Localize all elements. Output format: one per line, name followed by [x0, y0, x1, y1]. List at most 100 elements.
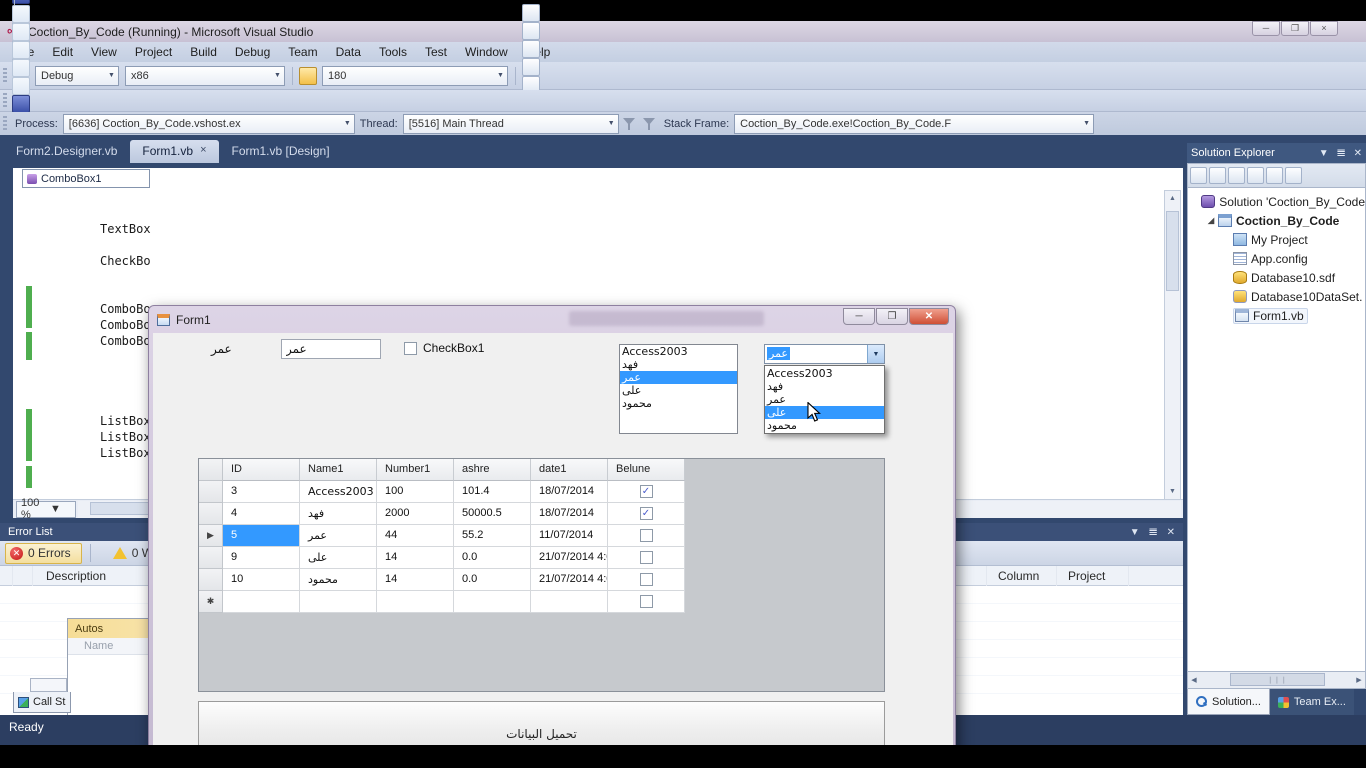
listbox-item-1[interactable]: فهد [620, 358, 737, 371]
grid-cell[interactable]: 21/07/2014 4:01... [531, 569, 608, 591]
grid-cell[interactable] [454, 591, 531, 613]
solution-configurations-combo[interactable]: Debug ▼ [35, 65, 119, 86]
grid-cell[interactable]: 0.0 [454, 547, 531, 569]
grid-column-header-belune[interactable]: Belune [608, 459, 685, 481]
next-bookmark-folder-icon[interactable] [12, 76, 30, 95]
grid-cell-checkbox[interactable] [608, 591, 685, 613]
combobox-item-2[interactable]: عمر [765, 393, 884, 406]
clear-bookmarks-icon[interactable] [12, 94, 30, 113]
grid-column-header-ashre[interactable]: ashre [454, 459, 531, 481]
grid-cell[interactable]: 4 [223, 503, 300, 525]
grid-cell-checkbox[interactable]: ✓ [608, 503, 685, 525]
form1-titlebar[interactable]: Form1 ─ ❐ ✕ [149, 306, 955, 333]
window-position-icon[interactable]: ▼ [1319, 148, 1329, 159]
errors-filter-button[interactable]: ✕ 0 Errors [5, 542, 82, 564]
toolbar-grip[interactable] [3, 92, 7, 109]
window-position-icon[interactable]: ▼ [1130, 527, 1140, 538]
menu-data[interactable]: Data [327, 43, 370, 61]
code-line-4[interactable]: ComboBo [100, 334, 151, 348]
grid-cell[interactable]: 9 [223, 547, 300, 569]
pin-icon[interactable]: 𝌆 [1337, 148, 1346, 159]
combobox1[interactable]: عمر ▼ [764, 344, 885, 364]
grid-column-header-name1[interactable]: Name1 [300, 459, 377, 481]
combobox-item-1[interactable]: فهد [765, 380, 884, 393]
error-list-column-description[interactable]: Description [46, 569, 106, 583]
grid-column-header-number1[interactable]: Number1 [377, 459, 454, 481]
grid-cell[interactable]: 0.0 [454, 569, 531, 591]
next-bookmark-icon[interactable] [12, 40, 30, 59]
menu-build[interactable]: Build [181, 43, 226, 61]
table-row[interactable]: 9على140.021/07/2014 4:01... [199, 547, 884, 569]
tree-item-solution-coction-by-code[interactable]: Solution 'Coction_By_Code [1188, 192, 1365, 211]
collapse-all-icon[interactable] [1190, 167, 1207, 184]
tree-item-my-project[interactable]: My Project [1188, 230, 1365, 249]
find-in-files-icon[interactable] [299, 66, 317, 85]
grid-cell[interactable]: 44 [377, 525, 454, 547]
thread-combo[interactable]: [5516] Main Thread ▼ [402, 113, 619, 134]
code-line-3[interactable]: ComboBo [100, 318, 151, 332]
scrollbar-thumb[interactable]: ❘❘❘ [1230, 673, 1325, 686]
close-icon[interactable]: ✕ [1167, 527, 1175, 538]
expander-icon[interactable]: ◢ [1208, 216, 1218, 225]
filter-funnel-icon[interactable] [622, 117, 636, 131]
menu-debug[interactable]: Debug [226, 43, 279, 61]
table-row[interactable]: 10محمود140.021/07/2014 4:01... [199, 569, 884, 591]
tab-form1-vb[interactable]: Form1.vb × [130, 140, 219, 163]
table-row[interactable]: 3 Access2003 100 101.4 18/07/2014 ✓ [199, 481, 884, 503]
find-combo[interactable]: 180 ▼ [322, 65, 508, 86]
grid-cell-checkbox[interactable] [608, 569, 685, 591]
close-button[interactable]: × [1310, 21, 1338, 36]
grid-column-header-id[interactable]: ID [223, 459, 300, 481]
scrollbar-thumb[interactable] [1166, 211, 1179, 291]
tree-item-database10-sdf[interactable]: Database10.sdf [1188, 268, 1365, 287]
toolbox-icon[interactable] [522, 57, 540, 76]
datagridview[interactable]: ID Name1 Number1 ashre date1 Belune 3 Access200… [198, 458, 885, 692]
stack-frame-combo[interactable]: Coction_By_Code.exe!Coction_By_Code.F ▼ [734, 113, 1095, 134]
error-list-column-project[interactable]: Project [1068, 569, 1105, 583]
grid-cell[interactable]: عمر [300, 525, 377, 547]
tab-solution-[interactable]: Solution... [1187, 689, 1270, 715]
unchecked-checkbox-icon[interactable] [639, 529, 653, 542]
listbox-item-0[interactable]: Access2003 [620, 345, 737, 358]
grid-cell[interactable]: محمود [300, 569, 377, 591]
grid-cell[interactable]: 2000 [377, 503, 454, 525]
table-row[interactable]: ▶ 5 عمر 44 55.2 11/07/2014 [199, 525, 884, 547]
unchecked-checkbox-icon[interactable] [639, 595, 653, 608]
listbox-item-3[interactable]: على [620, 384, 737, 397]
row-header[interactable] [199, 569, 223, 591]
form-close-button[interactable]: ✕ [909, 308, 949, 325]
listbox1[interactable]: Access2003 فهد عمر على محمود [619, 344, 738, 434]
grid-cell[interactable]: Access2003 [300, 481, 377, 503]
object-browser-icon[interactable] [522, 39, 540, 58]
minimize-button[interactable]: ─ [1252, 21, 1280, 36]
grid-cell[interactable]: 55.2 [454, 525, 531, 547]
grid-cell[interactable]: 18/07/2014 [531, 503, 608, 525]
menu-team[interactable]: Team [279, 43, 326, 61]
scroll-left-icon[interactable]: ◀ [1188, 673, 1200, 688]
tree-item-coction-by-code[interactable]: ◢ Coction_By_Code [1188, 211, 1365, 230]
grid-cell[interactable] [377, 591, 454, 613]
combobox-item-4[interactable]: محمود [765, 419, 884, 432]
code-line-7[interactable]: ListBox [100, 446, 151, 460]
code-line-0[interactable]: TextBox [100, 222, 151, 236]
member-dropdown[interactable]: ComboBox1 [22, 169, 150, 188]
form-minimize-button[interactable]: ─ [843, 308, 875, 325]
grid-cell[interactable]: 14 [377, 569, 454, 591]
tab-team-ex-[interactable]: Team Ex... [1269, 689, 1354, 715]
grid-cell[interactable] [223, 591, 300, 613]
error-list-column-column[interactable]: Column [998, 569, 1039, 583]
menu-project[interactable]: Project [126, 43, 181, 61]
grid-cell[interactable]: 18/07/2014 [531, 481, 608, 503]
row-header[interactable] [199, 481, 223, 503]
menu-tools[interactable]: Tools [370, 43, 416, 61]
scroll-down-icon[interactable]: ▼ [1165, 484, 1180, 499]
grid-cell-checkbox[interactable]: ✓ [608, 481, 685, 503]
toolbar-grip[interactable] [3, 115, 7, 132]
grid-cell[interactable]: 101.4 [454, 481, 531, 503]
scroll-up-icon[interactable]: ▲ [1165, 191, 1180, 206]
toolbar-grip[interactable] [3, 67, 7, 84]
call-stack-tab[interactable]: Call St [13, 692, 71, 713]
combobox-dropdown-button[interactable]: ▼ [867, 345, 884, 363]
table-row[interactable]: 4 فهد 2000 50000.5 18/07/2014 ✓ [199, 503, 884, 525]
editor-vertical-scrollbar[interactable]: ▲ ▼ [1164, 190, 1181, 500]
